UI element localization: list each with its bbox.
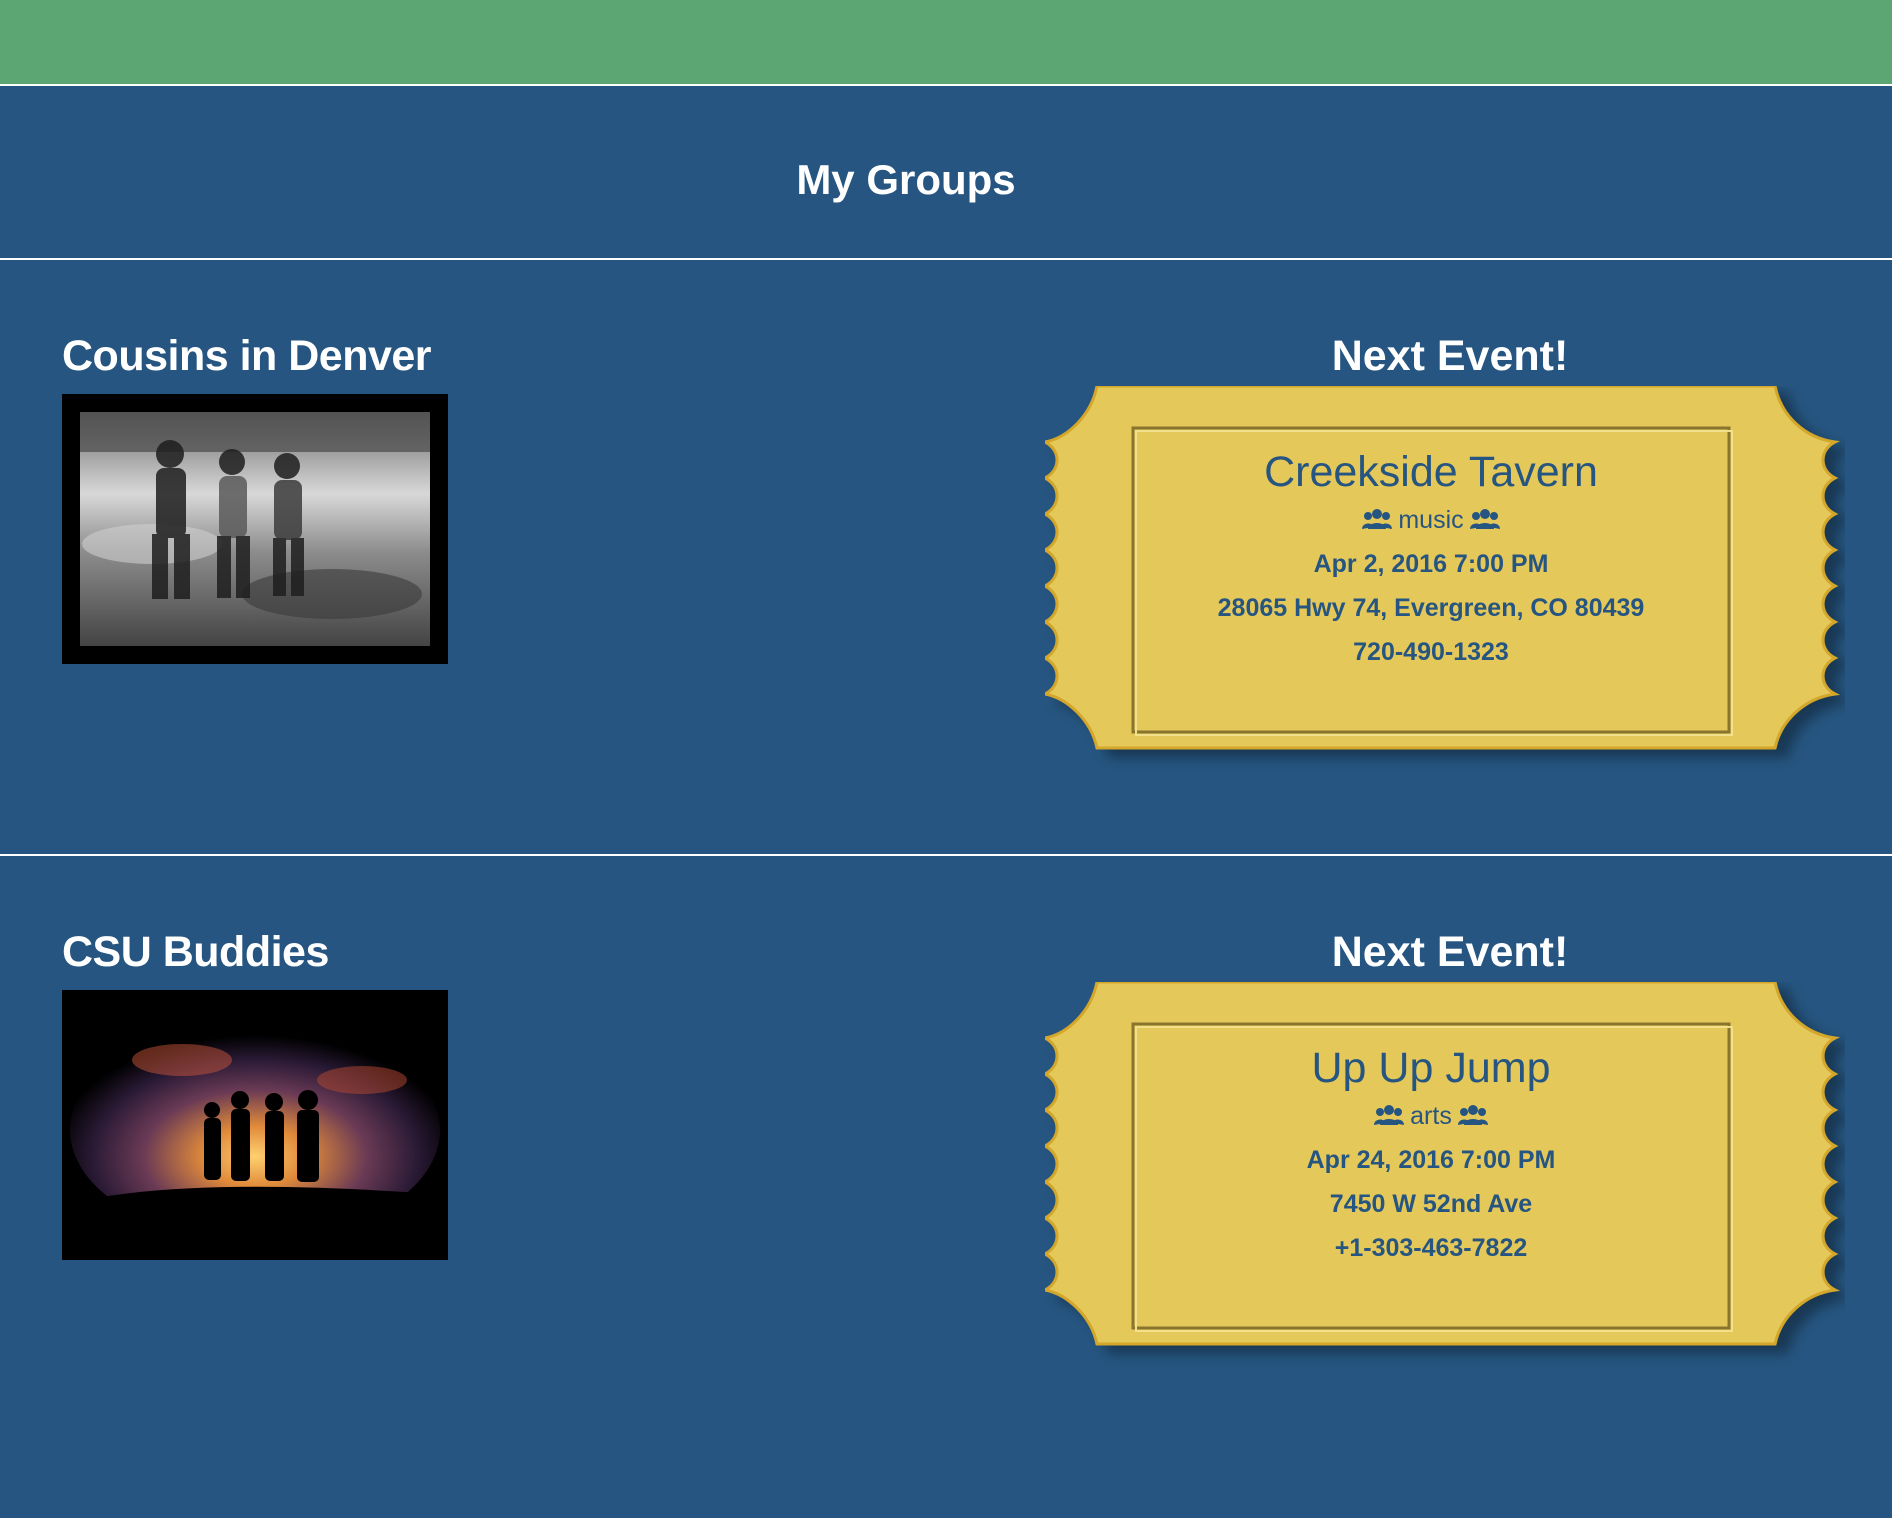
- next-event-heading: Next Event!: [1331, 332, 1569, 380]
- event-ticket[interactable]: Up Up Jump arts Apr 24, 2016 7:00 PM 745…: [1045, 982, 1845, 1402]
- group-photo[interactable]: [62, 394, 448, 664]
- top-navigation-bar: [0, 0, 1892, 86]
- event-category-label: arts: [1410, 1102, 1452, 1130]
- event-name: Creekside Tavern: [1264, 448, 1598, 496]
- next-event-heading: Next Event!: [1331, 928, 1569, 976]
- group-photo[interactable]: [62, 990, 448, 1260]
- users-icon: [1457, 1105, 1488, 1125]
- group-photo-image: [62, 990, 448, 1260]
- group-card: CSU Buddies Next Event! Up Up Jump arts …: [0, 922, 1892, 1518]
- group-photo-image: [62, 394, 448, 664]
- event-datetime: Apr 24, 2016 7:00 PM: [1306, 1146, 1556, 1174]
- group-name[interactable]: CSU Buddies: [62, 922, 329, 982]
- event-category: arts: [1133, 1094, 1729, 1138]
- divider: [0, 258, 1892, 260]
- event-ticket[interactable]: Creekside Tavern music Apr 2, 2016 7:00 …: [1045, 386, 1845, 806]
- event-category: music: [1133, 498, 1729, 542]
- group-card: Cousins in Denver Next Event! Creekside …: [0, 326, 1892, 922]
- users-icon: [1469, 509, 1500, 529]
- group-name[interactable]: Cousins in Denver: [62, 326, 432, 386]
- users-icon: [1362, 509, 1393, 529]
- event-address: 7450 W 52nd Ave: [1329, 1190, 1533, 1218]
- event-address: 28065 Hwy 74, Evergreen, CO 80439: [1217, 594, 1645, 622]
- event-phone: 720-490-1323: [1353, 638, 1509, 666]
- event-datetime: Apr 2, 2016 7:00 PM: [1313, 550, 1549, 578]
- event-phone: +1-303-463-7822: [1334, 1234, 1528, 1262]
- event-category-label: music: [1398, 506, 1464, 534]
- event-name: Up Up Jump: [1311, 1044, 1551, 1092]
- page-title: My Groups: [796, 156, 1016, 203]
- divider: [0, 854, 1892, 856]
- users-icon: [1374, 1105, 1405, 1125]
